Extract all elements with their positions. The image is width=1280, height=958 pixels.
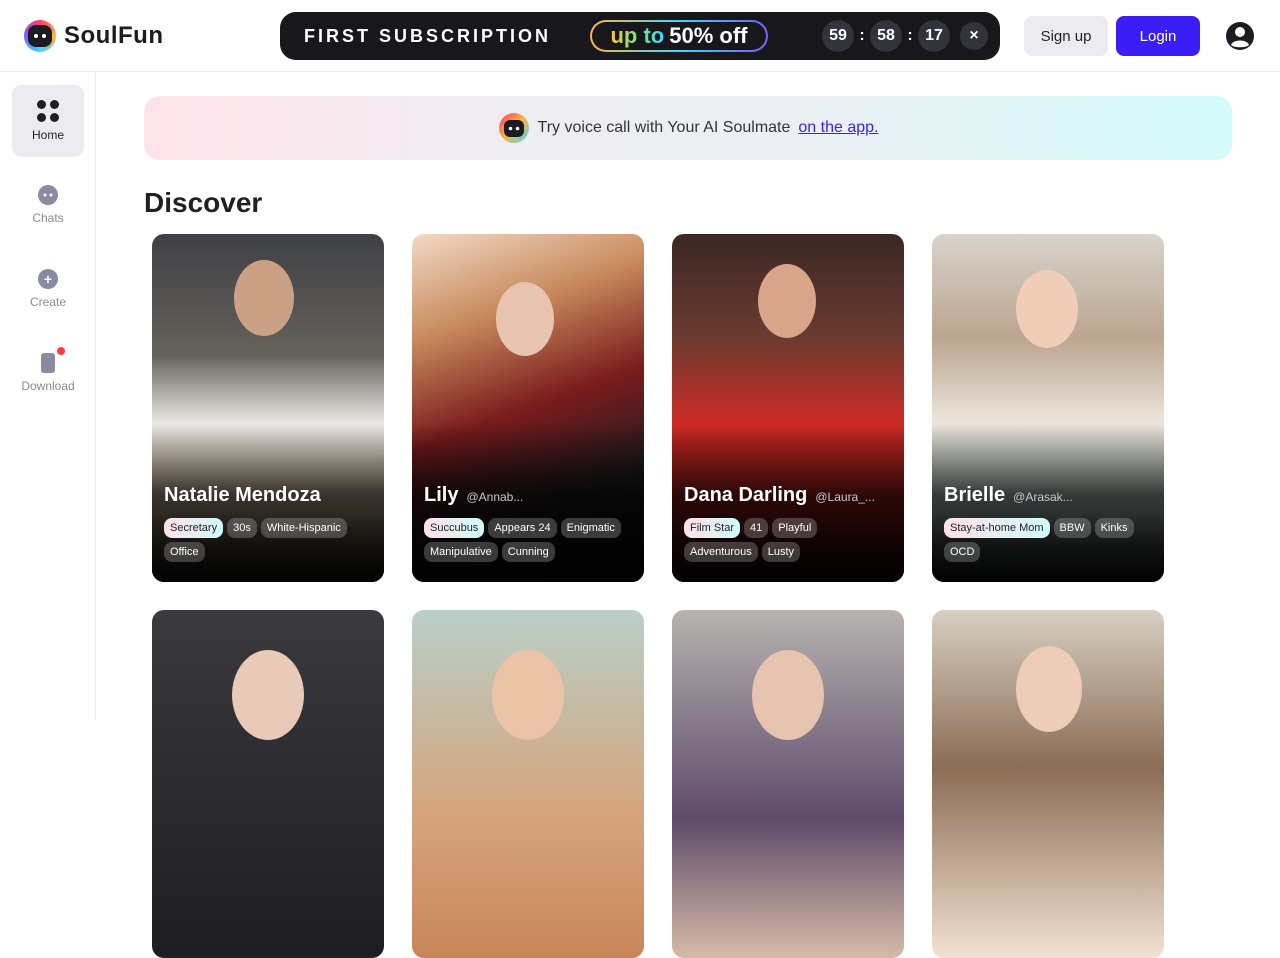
character-name: Brielle bbox=[944, 484, 1006, 506]
character-name: Lily bbox=[424, 484, 459, 506]
character-portrait bbox=[758, 264, 816, 338]
timer-separator: : bbox=[859, 27, 865, 44]
character-portrait bbox=[492, 650, 564, 740]
character-tag: Manipulative bbox=[424, 542, 498, 562]
character-tag: Appears 24 bbox=[488, 518, 557, 538]
sidebar-item-label: Chats bbox=[32, 211, 64, 225]
character-tag: Cunning bbox=[501, 542, 555, 562]
character-tag: BBW bbox=[1053, 518, 1091, 538]
character-name: Dana Darling bbox=[684, 484, 808, 506]
discover-title: Discover bbox=[144, 187, 263, 218]
character-tag: Kinks bbox=[1094, 518, 1134, 538]
character-name: Natalie Mendoza bbox=[164, 484, 321, 506]
character-card[interactable] bbox=[412, 610, 644, 958]
sidebar-item-download[interactable]: Download bbox=[12, 337, 84, 409]
timer-hours: 59 bbox=[822, 20, 854, 52]
sidebar-item-label: Download bbox=[21, 379, 75, 393]
promo-offer-value: 50% off bbox=[669, 23, 748, 48]
character-handle: @Annab... bbox=[466, 490, 524, 504]
user-account-icon[interactable] bbox=[1225, 21, 1255, 51]
character-tag: OCD bbox=[944, 542, 981, 562]
sidebar-item-chats[interactable]: Chats bbox=[12, 169, 84, 241]
brand-logo[interactable]: SoulFun bbox=[24, 20, 163, 52]
brand-name: SoulFun bbox=[64, 22, 164, 49]
soulfun-logo-icon bbox=[498, 113, 529, 143]
character-card[interactable] bbox=[152, 610, 384, 958]
home-grid-icon bbox=[37, 100, 59, 122]
character-portrait bbox=[1016, 270, 1078, 348]
banner-app-link[interactable]: on the app. bbox=[798, 119, 878, 137]
chat-bubble-icon bbox=[38, 185, 58, 205]
character-portrait bbox=[234, 260, 294, 336]
character-tag: White-Hispanic bbox=[260, 518, 347, 538]
character-card[interactable]: Natalie Mendoza Secretary 30s White-Hisp… bbox=[152, 234, 384, 582]
timer-separator: : bbox=[907, 27, 913, 44]
character-tag: Stay-at-home Mom bbox=[944, 518, 1050, 538]
promo-title: FIRST SUBSCRIPTION bbox=[304, 26, 552, 46]
character-tag: Film Star bbox=[684, 518, 740, 538]
banner-text: Try voice call with Your AI Soulmate bbox=[537, 119, 791, 136]
character-tag: 41 bbox=[744, 518, 769, 538]
character-tag: Adventurous bbox=[684, 542, 758, 562]
subscription-promo-banner[interactable]: FIRST SUBSCRIPTION up to 50% off 59 : 58… bbox=[280, 12, 1000, 60]
character-handle: @Arasak... bbox=[1013, 490, 1073, 504]
character-card[interactable]: Brielle @Arasak... Stay-at-home Mom BBW … bbox=[932, 234, 1164, 582]
character-card[interactable] bbox=[672, 610, 904, 958]
character-tag: Secretary bbox=[164, 518, 224, 538]
character-card[interactable]: Dana Darling @Laura_... Film Star 41 Pla… bbox=[672, 234, 904, 582]
character-tag: Lusty bbox=[761, 542, 801, 562]
character-portrait bbox=[232, 650, 304, 740]
sidebar-item-home[interactable]: Home bbox=[12, 85, 84, 157]
promo-offer-badge: up to 50% off bbox=[590, 20, 768, 52]
character-tag: Playful bbox=[772, 518, 818, 538]
login-button[interactable]: Login bbox=[1116, 16, 1200, 56]
timer-minutes: 58 bbox=[870, 20, 902, 52]
promo-countdown-timer: 59 : 58 : 17 bbox=[822, 20, 950, 52]
character-tag: Office bbox=[164, 542, 205, 562]
character-tag: Succubus bbox=[424, 518, 485, 538]
character-card[interactable]: Lily @Annab... Succubus Appears 24 Enigm… bbox=[412, 234, 644, 582]
plus-circle-icon: + bbox=[38, 269, 58, 289]
sidebar-nav: Home Chats + Create Download bbox=[0, 72, 96, 720]
character-handle: @Laura_... bbox=[815, 490, 875, 504]
promo-close-button[interactable]: × bbox=[960, 22, 988, 50]
character-tag: 30s bbox=[227, 518, 257, 538]
phone-icon bbox=[41, 347, 65, 373]
sidebar-item-label: Home bbox=[31, 128, 64, 142]
character-portrait bbox=[496, 282, 554, 356]
character-portrait bbox=[1016, 646, 1082, 732]
character-portrait bbox=[752, 650, 824, 740]
timer-seconds: 17 bbox=[918, 20, 950, 52]
voice-call-banner: Try voice call with Your AI Soulmate on … bbox=[144, 96, 1232, 160]
soulfun-logo-icon bbox=[24, 20, 56, 52]
sidebar-item-label: Create bbox=[29, 295, 67, 309]
sidebar-item-create[interactable]: + Create bbox=[12, 253, 84, 325]
signup-button[interactable]: Sign up bbox=[1024, 16, 1108, 56]
promo-offer-prefix: up to bbox=[610, 23, 665, 48]
character-tag: Enigmatic bbox=[560, 518, 621, 538]
character-card[interactable] bbox=[932, 610, 1164, 958]
notification-badge bbox=[57, 347, 65, 355]
top-bar: SoulFun FIRST SUBSCRIPTION up to 50% off… bbox=[0, 0, 1280, 72]
